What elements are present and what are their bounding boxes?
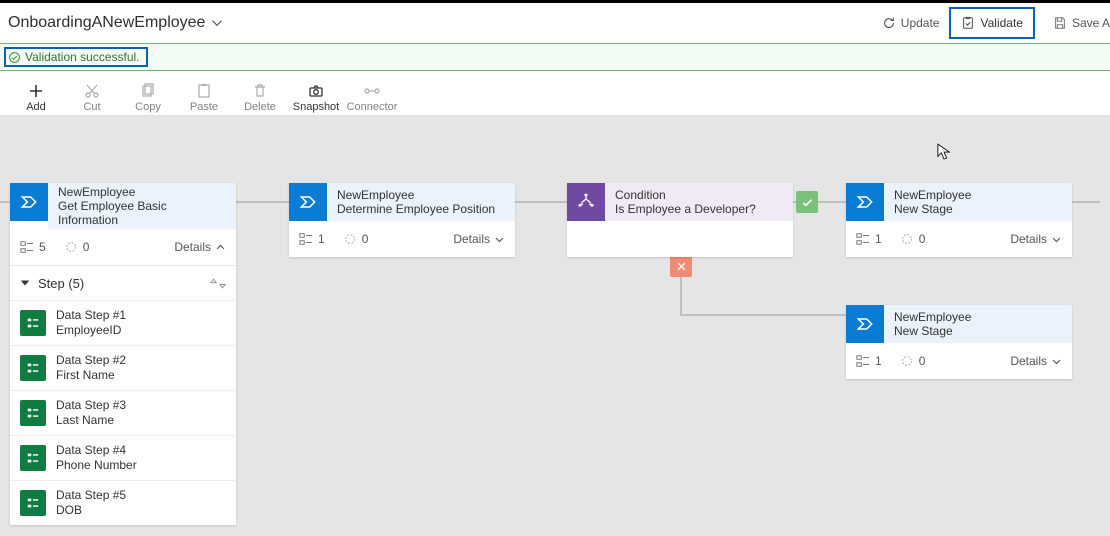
- update-button[interactable]: Update: [872, 9, 950, 37]
- stage-new-no[interactable]: NewEmployee New Stage 1 0 Details: [846, 305, 1072, 379]
- stage-entity: NewEmployee: [894, 188, 1062, 202]
- details-toggle[interactable]: Details: [1010, 354, 1062, 368]
- data-step-row[interactable]: Data Step #5DOB: [10, 480, 236, 525]
- copy-label: Copy: [135, 101, 161, 113]
- cut-command[interactable]: Cut: [64, 83, 120, 113]
- check-circle-icon: [8, 51, 21, 64]
- validate-button[interactable]: Validate: [949, 7, 1034, 39]
- data-step-icon: [20, 310, 46, 336]
- camera-icon: [308, 83, 324, 99]
- data-step-icon: [20, 445, 46, 471]
- details-toggle[interactable]: Details: [453, 232, 505, 246]
- clipboard-check-icon: [961, 16, 975, 30]
- connector-command[interactable]: Connector: [344, 83, 400, 113]
- step-title: Data Step #5: [56, 488, 126, 503]
- step-field: Last Name: [56, 413, 126, 428]
- step-field: DOB: [56, 503, 126, 518]
- condition-node[interactable]: Condition Is Employee a Developer?: [567, 183, 793, 257]
- step-count: 1: [299, 232, 325, 246]
- stage-new-yes[interactable]: NewEmployee New Stage 1 0 Details: [846, 183, 1072, 257]
- chevron-down-icon[interactable]: [211, 17, 223, 29]
- cut-label: Cut: [83, 101, 100, 113]
- data-step-row[interactable]: Data Step #1EmployeeID: [10, 300, 236, 345]
- branch-count: 0: [900, 354, 926, 368]
- stage-name: Determine Employee Position: [337, 202, 505, 216]
- stage-entity: NewEmployee: [58, 185, 226, 199]
- step-title: Data Step #2: [56, 353, 126, 368]
- stage-entity: NewEmployee: [894, 310, 1062, 324]
- scissors-icon: [84, 83, 100, 99]
- stage-icon: [289, 183, 327, 221]
- trash-icon: [252, 83, 268, 99]
- data-step-row[interactable]: Data Step #4Phone Number: [10, 435, 236, 480]
- condition-name: Is Employee a Developer?: [615, 202, 783, 216]
- stage-name: New Stage: [894, 202, 1062, 216]
- stage-icon: [10, 183, 48, 221]
- step-title: Data Step #3: [56, 398, 126, 413]
- top-bar: OnboardingANewEmployee Update Validate S…: [0, 0, 1110, 43]
- connector-icon: [364, 83, 380, 99]
- update-label: Update: [901, 16, 940, 30]
- condition-yes-badge: [796, 191, 818, 213]
- delete-command[interactable]: Delete: [232, 83, 288, 113]
- paste-command[interactable]: Paste: [176, 83, 232, 113]
- details-toggle[interactable]: Details: [174, 240, 226, 254]
- data-step-row[interactable]: Data Step #3Last Name: [10, 390, 236, 435]
- step-count: 1: [856, 354, 882, 368]
- step-field: EmployeeID: [56, 323, 126, 338]
- paste-label: Paste: [190, 101, 218, 113]
- edge-branch-horiz: [680, 314, 846, 316]
- step-field: Phone Number: [56, 458, 137, 473]
- step-title: Data Step #1: [56, 308, 126, 323]
- validate-label: Validate: [980, 16, 1022, 30]
- add-label: Add: [26, 101, 46, 113]
- command-bar: Add Cut Copy Paste Delete Snapshot Conne…: [0, 71, 1110, 116]
- stage-entity: NewEmployee: [337, 188, 505, 202]
- data-step-row[interactable]: Data Step #2First Name: [10, 345, 236, 390]
- triangle-collapse-icon: [20, 278, 30, 288]
- flow-title[interactable]: OnboardingANewEmployee: [8, 14, 205, 32]
- copy-command[interactable]: Copy: [120, 83, 176, 113]
- stage-icon: [846, 305, 884, 343]
- validation-message: Validation successful.: [25, 50, 140, 64]
- step-count: 1: [856, 232, 882, 246]
- stage-name: New Stage: [894, 324, 1062, 338]
- details-toggle[interactable]: Details: [1010, 232, 1062, 246]
- snapshot-label: Snapshot: [293, 101, 339, 113]
- save-as-label: Save A: [1072, 16, 1110, 30]
- step-title: Data Step #4: [56, 443, 137, 458]
- condition-no-badge: [670, 255, 692, 277]
- snapshot-command[interactable]: Snapshot: [288, 83, 344, 113]
- branch-count: 0: [343, 232, 369, 246]
- save-as-button[interactable]: Save A: [1043, 9, 1110, 37]
- stage-name: Get Employee Basic Information: [58, 199, 226, 227]
- save-icon: [1053, 16, 1067, 30]
- step-field: First Name: [56, 368, 126, 383]
- refresh-icon: [882, 16, 896, 30]
- add-command[interactable]: Add: [8, 83, 64, 113]
- stage-determine-position[interactable]: NewEmployee Determine Employee Position …: [289, 183, 515, 257]
- branch-icon: [567, 183, 605, 221]
- paste-icon: [196, 83, 212, 99]
- steps-header[interactable]: Step (5): [10, 265, 236, 300]
- stage-icon: [846, 183, 884, 221]
- delete-label: Delete: [244, 101, 276, 113]
- condition-label: Condition: [615, 188, 783, 202]
- branch-count: 0: [64, 240, 90, 254]
- validation-success-highlight: Validation successful.: [4, 47, 148, 67]
- data-step-icon: [20, 490, 46, 516]
- steps-header-label: Step (5): [38, 276, 84, 291]
- validation-status-bar: Validation successful.: [0, 43, 1110, 71]
- data-step-icon: [20, 355, 46, 381]
- copy-icon: [140, 83, 156, 99]
- mouse-cursor-icon: [937, 143, 951, 161]
- data-step-icon: [20, 400, 46, 426]
- connector-label: Connector: [347, 101, 398, 113]
- plus-icon: [28, 83, 44, 99]
- sort-arrows-icon[interactable]: [210, 278, 226, 289]
- stage-basic-info[interactable]: NewEmployee Get Employee Basic Informati…: [10, 183, 236, 525]
- branch-count: 0: [900, 232, 926, 246]
- designer-canvas[interactable]: NewEmployee Get Employee Basic Informati…: [0, 116, 1110, 536]
- step-count: 5: [20, 240, 46, 254]
